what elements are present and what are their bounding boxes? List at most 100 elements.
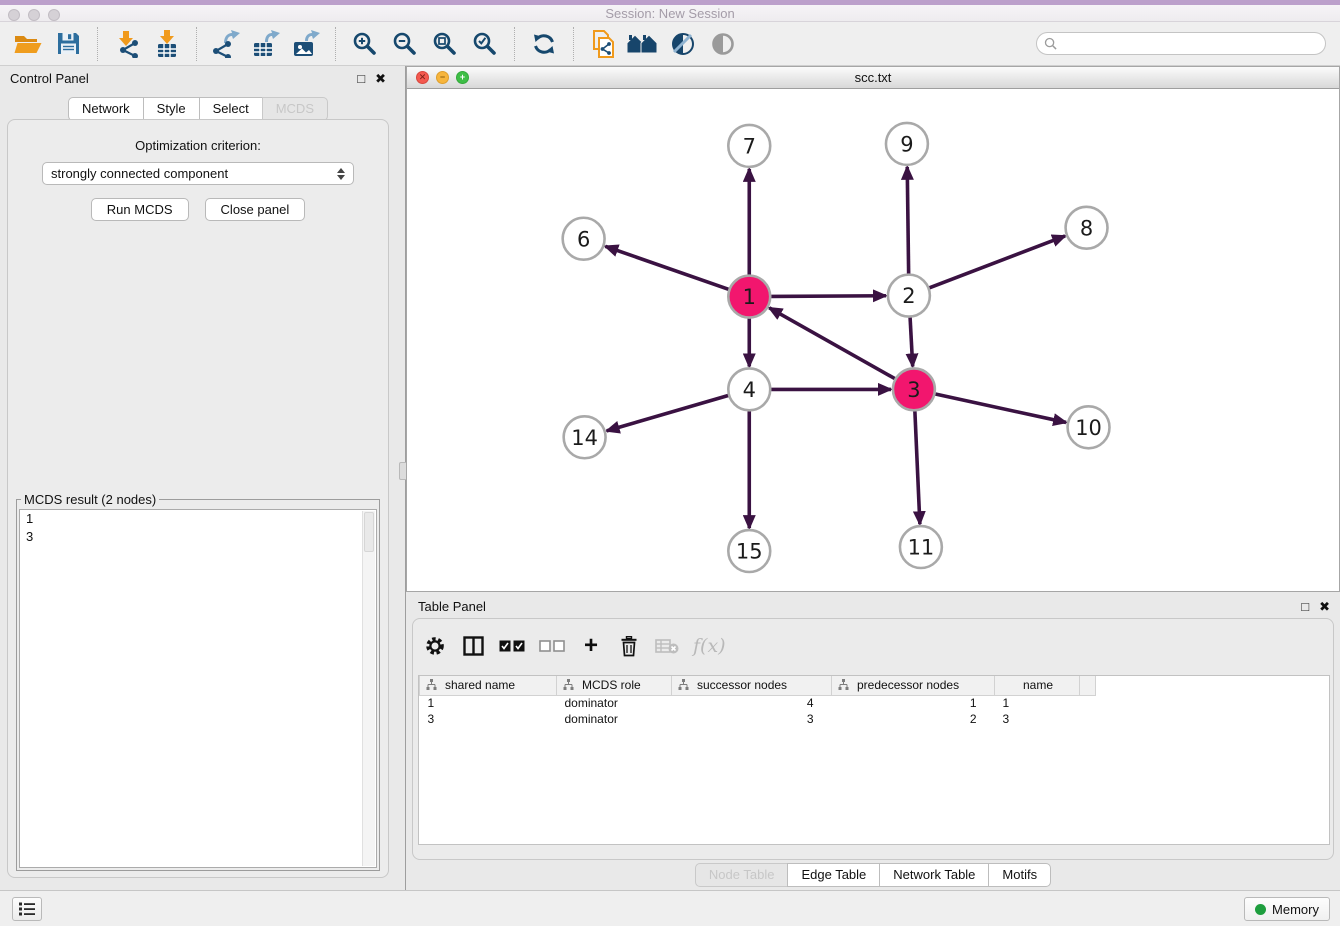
table-cell[interactable]: dominator <box>557 711 672 727</box>
memory-status-icon <box>1255 904 1266 915</box>
graph-node-label: 3 <box>907 378 920 402</box>
toolbar-separator <box>573 27 574 61</box>
graph-edge-2-3[interactable] <box>910 318 913 367</box>
column-header-successor-nodes[interactable]: successor nodes <box>672 676 832 695</box>
search-icon <box>1044 37 1057 50</box>
graph-node-label: 7 <box>743 134 756 158</box>
table-cell[interactable]: 3 <box>995 711 1080 727</box>
settings-gear-icon[interactable] <box>423 632 447 660</box>
mcds-result-item[interactable]: 3 <box>20 528 376 546</box>
node-table[interactable]: shared nameMCDS rolesuccessor nodesprede… <box>418 675 1330 845</box>
table-cell[interactable]: 1 <box>832 695 995 711</box>
add-column-icon[interactable]: + <box>579 632 603 660</box>
clone-network-icon[interactable] <box>586 27 620 61</box>
float-panel-icon[interactable]: □ <box>357 72 365 85</box>
list-icon <box>18 901 36 917</box>
graph-node-label: 14 <box>571 426 598 450</box>
network-window-titlebar[interactable]: ✕ − + scc.txt <box>407 67 1339 89</box>
column-header-name[interactable]: name <box>995 676 1080 695</box>
column-sort-icon[interactable] <box>678 679 689 693</box>
save-session-icon[interactable] <box>51 27 85 61</box>
graph-edge-2-9[interactable] <box>907 167 908 274</box>
column-header-shared-name[interactable]: shared name <box>420 676 557 695</box>
table-row[interactable]: 3dominator323 <box>420 711 1096 727</box>
graph-edge-3-11[interactable] <box>915 411 920 524</box>
column-sort-icon[interactable] <box>838 679 849 693</box>
table-panel: Table Panel □ ✖ <box>406 594 1340 890</box>
criterion-select[interactable]: strongly connected component <box>42 162 354 185</box>
table-cell[interactable]: dominator <box>557 695 672 711</box>
tab-style[interactable]: Style <box>143 97 200 121</box>
column-header-MCDS-role[interactable]: MCDS role <box>557 676 672 695</box>
graph-edge-1-2[interactable] <box>771 296 886 297</box>
tab-motifs[interactable]: Motifs <box>988 863 1051 887</box>
table-row[interactable]: 1dominator411 <box>420 695 1096 711</box>
search-input[interactable] <box>1057 35 1325 53</box>
hide-selected-icon[interactable] <box>666 27 700 61</box>
search-box[interactable] <box>1036 32 1326 55</box>
float-table-panel-icon[interactable]: □ <box>1301 600 1309 613</box>
export-network-icon[interactable] <box>209 27 243 61</box>
first-neighbors-icon[interactable] <box>626 27 660 61</box>
run-mcds-button[interactable]: Run MCDS <box>91 198 189 221</box>
network-view-window: ✕ − + scc.txt 7968124314101511 <box>406 66 1340 592</box>
graph-edge-1-6[interactable] <box>605 246 728 289</box>
network-canvas[interactable]: 7968124314101511 <box>407 89 1339 591</box>
table-panel-header: Table Panel □ ✖ <box>406 594 1340 618</box>
table-cell[interactable]: 2 <box>832 711 995 727</box>
memory-button[interactable]: Memory <box>1244 897 1330 921</box>
tab-node-table[interactable]: Node Table <box>695 863 789 887</box>
mcds-result-list[interactable]: 13 <box>19 509 377 868</box>
graph-edge-2-8[interactable] <box>929 236 1065 288</box>
table-cell[interactable]: 4 <box>672 695 832 711</box>
open-file-icon[interactable] <box>11 27 45 61</box>
deselect-all-icon[interactable] <box>539 632 565 660</box>
function-builder-icon: f(x) <box>693 632 726 660</box>
tab-select[interactable]: Select <box>199 97 263 121</box>
graph-edges <box>605 167 1066 528</box>
zoom-selected-icon[interactable] <box>468 27 502 61</box>
close-panel-icon[interactable]: ✖ <box>375 72 386 85</box>
graph-node-label: 6 <box>577 227 590 251</box>
network-window-title: scc.txt <box>407 70 1339 85</box>
column-sort-icon[interactable] <box>426 679 437 693</box>
toolbar-separator <box>514 27 515 61</box>
refresh-layout-icon[interactable] <box>527 27 561 61</box>
import-network-icon[interactable] <box>110 27 144 61</box>
column-sort-icon[interactable] <box>563 679 574 693</box>
zoom-fit-icon[interactable] <box>428 27 462 61</box>
result-scrollbar[interactable] <box>362 511 375 866</box>
task-history-button[interactable] <box>12 897 42 921</box>
tab-mcds[interactable]: MCDS <box>262 97 328 121</box>
tab-edge-table[interactable]: Edge Table <box>787 863 880 887</box>
import-table-icon[interactable] <box>150 27 184 61</box>
window-titlebar: Session: New Session <box>0 0 1340 22</box>
column-layout-icon[interactable] <box>461 632 485 660</box>
show-all-icon[interactable] <box>706 27 740 61</box>
export-table-icon[interactable] <box>249 27 283 61</box>
close-panel-button[interactable]: Close panel <box>205 198 306 221</box>
tab-network-table[interactable]: Network Table <box>879 863 989 887</box>
tab-network[interactable]: Network <box>68 97 144 121</box>
zoom-out-icon[interactable] <box>388 27 422 61</box>
close-table-panel-icon[interactable]: ✖ <box>1319 600 1330 613</box>
graph-edge-3-1[interactable] <box>769 308 895 379</box>
toolbar-separator <box>196 27 197 61</box>
export-image-icon[interactable] <box>289 27 323 61</box>
table-cell[interactable]: 1 <box>420 695 557 711</box>
graph-edge-3-10[interactable] <box>935 394 1066 422</box>
select-all-icon[interactable] <box>499 632 525 660</box>
table-panel-title: Table Panel <box>418 599 486 614</box>
delete-column-icon[interactable] <box>617 632 641 660</box>
mcds-result-item[interactable]: 1 <box>20 510 376 528</box>
column-header-predecessor-nodes[interactable]: predecessor nodes <box>832 676 995 695</box>
table-cell[interactable]: 3 <box>672 711 832 727</box>
table-cell[interactable]: 1 <box>995 695 1080 711</box>
network-graph[interactable]: 7968124314101511 <box>407 89 1339 591</box>
table-toolbar: + f(x) <box>423 629 726 663</box>
graph-node-label: 4 <box>743 378 756 402</box>
zoom-in-icon[interactable] <box>348 27 382 61</box>
control-panel-header: Control Panel □ ✖ <box>0 66 396 90</box>
graph-edge-4-14[interactable] <box>607 396 729 431</box>
table-cell[interactable]: 3 <box>420 711 557 727</box>
